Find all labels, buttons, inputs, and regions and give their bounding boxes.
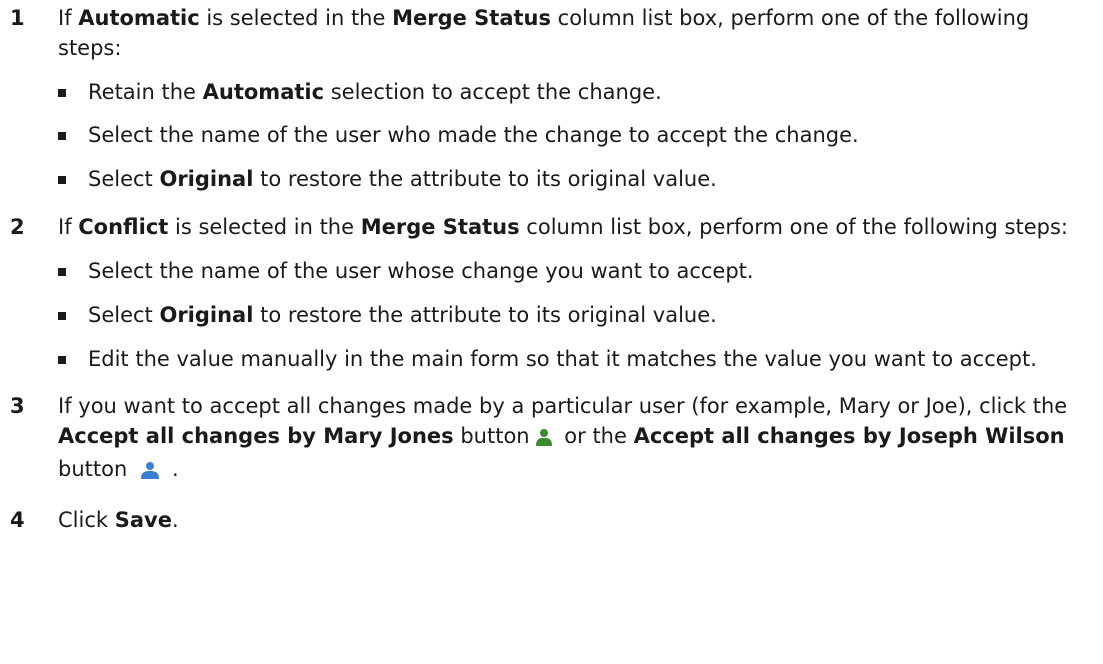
step-number: 2 <box>10 215 25 240</box>
list-item: Select Original to restore the attribute… <box>58 165 1095 195</box>
list-item: Retain the Automatic selection to accept… <box>58 78 1095 108</box>
user-blue-icon[interactable] <box>141 458 160 488</box>
step-text: If Conflict is selected in the Merge Sta… <box>58 215 1068 240</box>
step-text: Click Save. <box>58 507 179 532</box>
user-green-icon[interactable] <box>535 425 552 455</box>
bullet-icon <box>58 355 66 364</box>
list-item: Edit the value manually in the main form… <box>58 345 1095 375</box>
step-text: If Automatic is selected in the Merge St… <box>58 6 1030 60</box>
step-1: 1 If Automatic is selected in the Merge … <box>10 4 1095 195</box>
bullet-icon <box>58 311 66 320</box>
step-2: 2 If Conflict is selected in the Merge S… <box>10 213 1095 374</box>
step-number: 3 <box>10 394 25 419</box>
bullet-icon <box>58 267 66 276</box>
procedure-steps: 1 If Automatic is selected in the Merge … <box>10 4 1095 536</box>
step-3: 3 If you want to accept all changes made… <box>10 392 1095 487</box>
bullet-icon <box>58 132 66 141</box>
bullet-icon <box>58 176 66 185</box>
list-item: Select the name of the user who made the… <box>58 121 1095 151</box>
step-4: 4 Click Save. <box>10 506 1095 536</box>
substeps: Select the name of the user whose change… <box>58 257 1095 374</box>
list-item: Select Original to restore the attribute… <box>58 301 1095 331</box>
list-item: Select the name of the user whose change… <box>58 257 1095 287</box>
substeps: Retain the Automatic selection to accept… <box>58 78 1095 195</box>
step-text: If you want to accept all changes made b… <box>58 392 1095 487</box>
step-number: 4 <box>10 507 25 532</box>
step-number: 1 <box>10 6 25 30</box>
bullet-icon <box>58 88 66 97</box>
